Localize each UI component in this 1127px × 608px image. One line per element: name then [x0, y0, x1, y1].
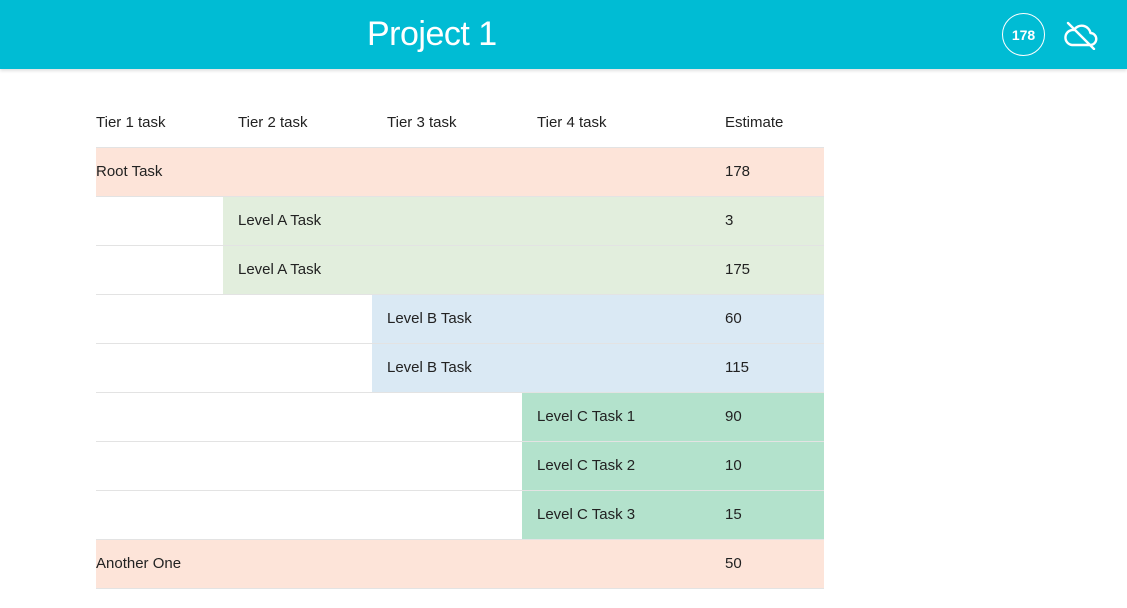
page-title: Project 1	[367, 15, 497, 53]
table-row[interactable]: Level A Task 175	[96, 246, 824, 295]
task-estimate[interactable]: 90	[725, 393, 742, 441]
column-header-tier2: Tier 2 task	[238, 114, 308, 131]
task-estimate[interactable]: 50	[725, 540, 742, 588]
task-name[interactable]: Level A Task	[238, 246, 321, 294]
total-estimate-badge[interactable]: 178	[1002, 13, 1045, 56]
task-name[interactable]: Level A Task	[238, 197, 321, 245]
task-name[interactable]: Level C Task 1	[537, 393, 635, 441]
task-estimate[interactable]: 178	[725, 148, 750, 196]
task-estimate[interactable]: 175	[725, 246, 750, 294]
task-table: Tier 1 task Tier 2 task Tier 3 task Tier…	[96, 99, 824, 589]
column-header-estimate: Estimate	[725, 114, 784, 131]
task-estimate[interactable]: 3	[725, 197, 733, 245]
task-name[interactable]: Another One	[96, 540, 181, 588]
app-header: Project 1 178	[0, 0, 1127, 69]
table-row[interactable]: Level C Task 1 90	[96, 393, 824, 442]
table-row[interactable]: Level C Task 2 10	[96, 442, 824, 491]
table-header-row: Tier 1 task Tier 2 task Tier 3 task Tier…	[96, 99, 824, 148]
task-name[interactable]: Level C Task 3	[537, 491, 635, 539]
tier-highlight	[96, 540, 824, 588]
table-row[interactable]: Level B Task 60	[96, 295, 824, 344]
task-name[interactable]: Level C Task 2	[537, 442, 635, 490]
table-row[interactable]: Another One 50	[96, 540, 824, 589]
task-name[interactable]: Root Task	[96, 148, 162, 196]
task-estimate[interactable]: 60	[725, 295, 742, 343]
table-row[interactable]: Level B Task 115	[96, 344, 824, 393]
column-header-tier1: Tier 1 task	[96, 114, 166, 131]
task-estimate[interactable]: 10	[725, 442, 742, 490]
cloud-off-icon[interactable]	[1063, 20, 1099, 51]
table-row[interactable]: Level C Task 3 15	[96, 491, 824, 540]
table-row[interactable]: Root Task 178	[96, 148, 824, 197]
column-header-tier3: Tier 3 task	[387, 114, 457, 131]
task-name[interactable]: Level B Task	[387, 295, 472, 343]
task-estimate[interactable]: 115	[725, 344, 749, 392]
column-header-tier4: Tier 4 task	[537, 114, 607, 131]
task-estimate[interactable]: 15	[725, 491, 742, 539]
tier-highlight	[96, 148, 824, 196]
table-row[interactable]: Level A Task 3	[96, 197, 824, 246]
task-name[interactable]: Level B Task	[387, 344, 472, 392]
task-rows: Root Task 178 Level A Task 3 Level A Task 175…	[96, 148, 824, 589]
